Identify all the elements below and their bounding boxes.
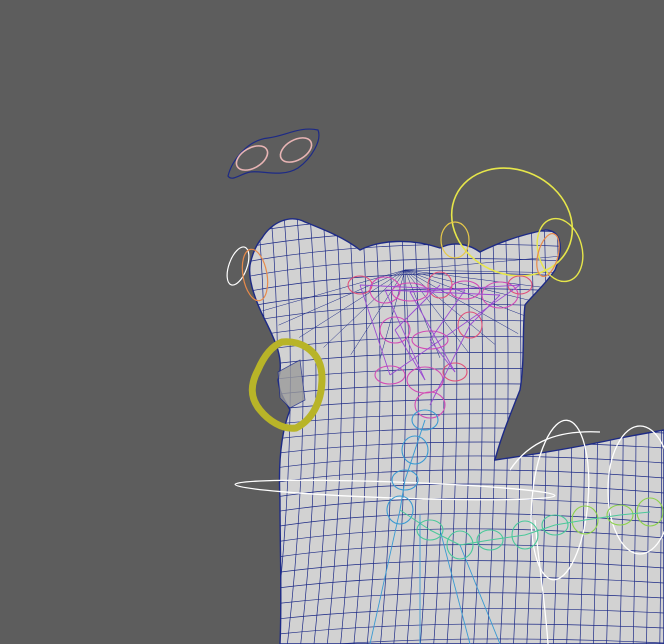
3d-viewport[interactable] [0,0,664,644]
scene-canvas[interactable] [0,0,664,644]
nose-controller[interactable] [227,128,320,179]
head-ctrl-left[interactable] [223,244,254,288]
